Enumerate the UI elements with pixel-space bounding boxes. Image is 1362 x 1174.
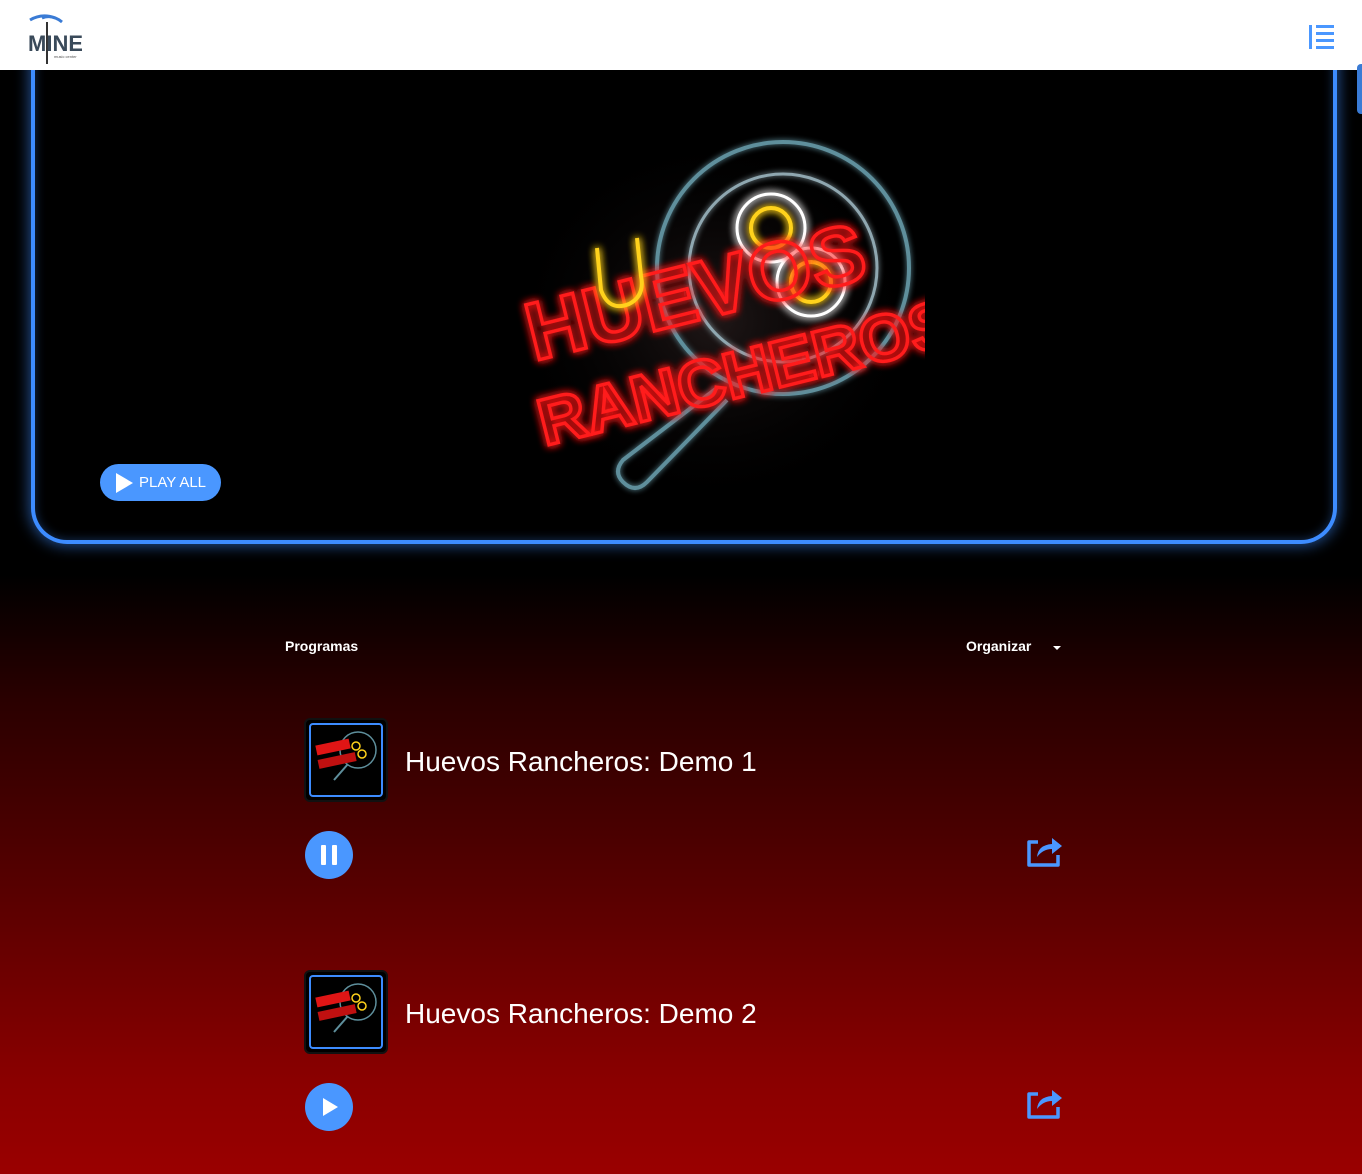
play-all-label: PLAY ALL	[139, 474, 207, 491]
side-panel-tab[interactable]	[1357, 64, 1362, 114]
menu-icon[interactable]	[1306, 22, 1338, 52]
episode-item: Huevos Rancheros: Demo 2	[304, 970, 1064, 1140]
sort-label: Organizar	[966, 638, 1032, 654]
top-navbar: MINE music center	[0, 0, 1362, 70]
logo-text: MINE	[28, 31, 82, 56]
pause-button[interactable]	[305, 831, 353, 879]
episode-item: Huevos Rancheros: Demo 1	[304, 718, 1064, 888]
episode-title[interactable]: Huevos Rancheros: Demo 2	[405, 998, 757, 1030]
episode-thumbnail[interactable]	[304, 718, 388, 802]
episode-title[interactable]: Huevos Rancheros: Demo 1	[405, 746, 757, 778]
programs-header: Programas Organizar	[285, 636, 1075, 660]
podcast-cover-art: HUEVOS RANCHEROS	[505, 130, 963, 520]
logo-subtext: music center	[54, 54, 77, 59]
episode-thumbnail[interactable]	[304, 970, 388, 1054]
play-icon	[116, 472, 133, 493]
hero-banner: HUEVOS RANCHEROS PLAY ALL	[31, 40, 1337, 544]
share-button[interactable]	[1024, 830, 1064, 870]
share-icon	[1027, 1090, 1062, 1119]
pause-icon	[321, 845, 337, 865]
programs-label: Programas	[285, 638, 359, 654]
share-button[interactable]	[1024, 1082, 1064, 1122]
play-all-button[interactable]: PLAY ALL	[100, 464, 221, 501]
chevron-down-icon	[1053, 646, 1062, 650]
sort-dropdown[interactable]: Organizar	[966, 638, 1062, 654]
mine-logo[interactable]: MINE music center	[28, 14, 83, 66]
play-button[interactable]	[305, 1083, 353, 1131]
play-icon	[323, 1098, 338, 1116]
share-icon	[1027, 838, 1062, 867]
